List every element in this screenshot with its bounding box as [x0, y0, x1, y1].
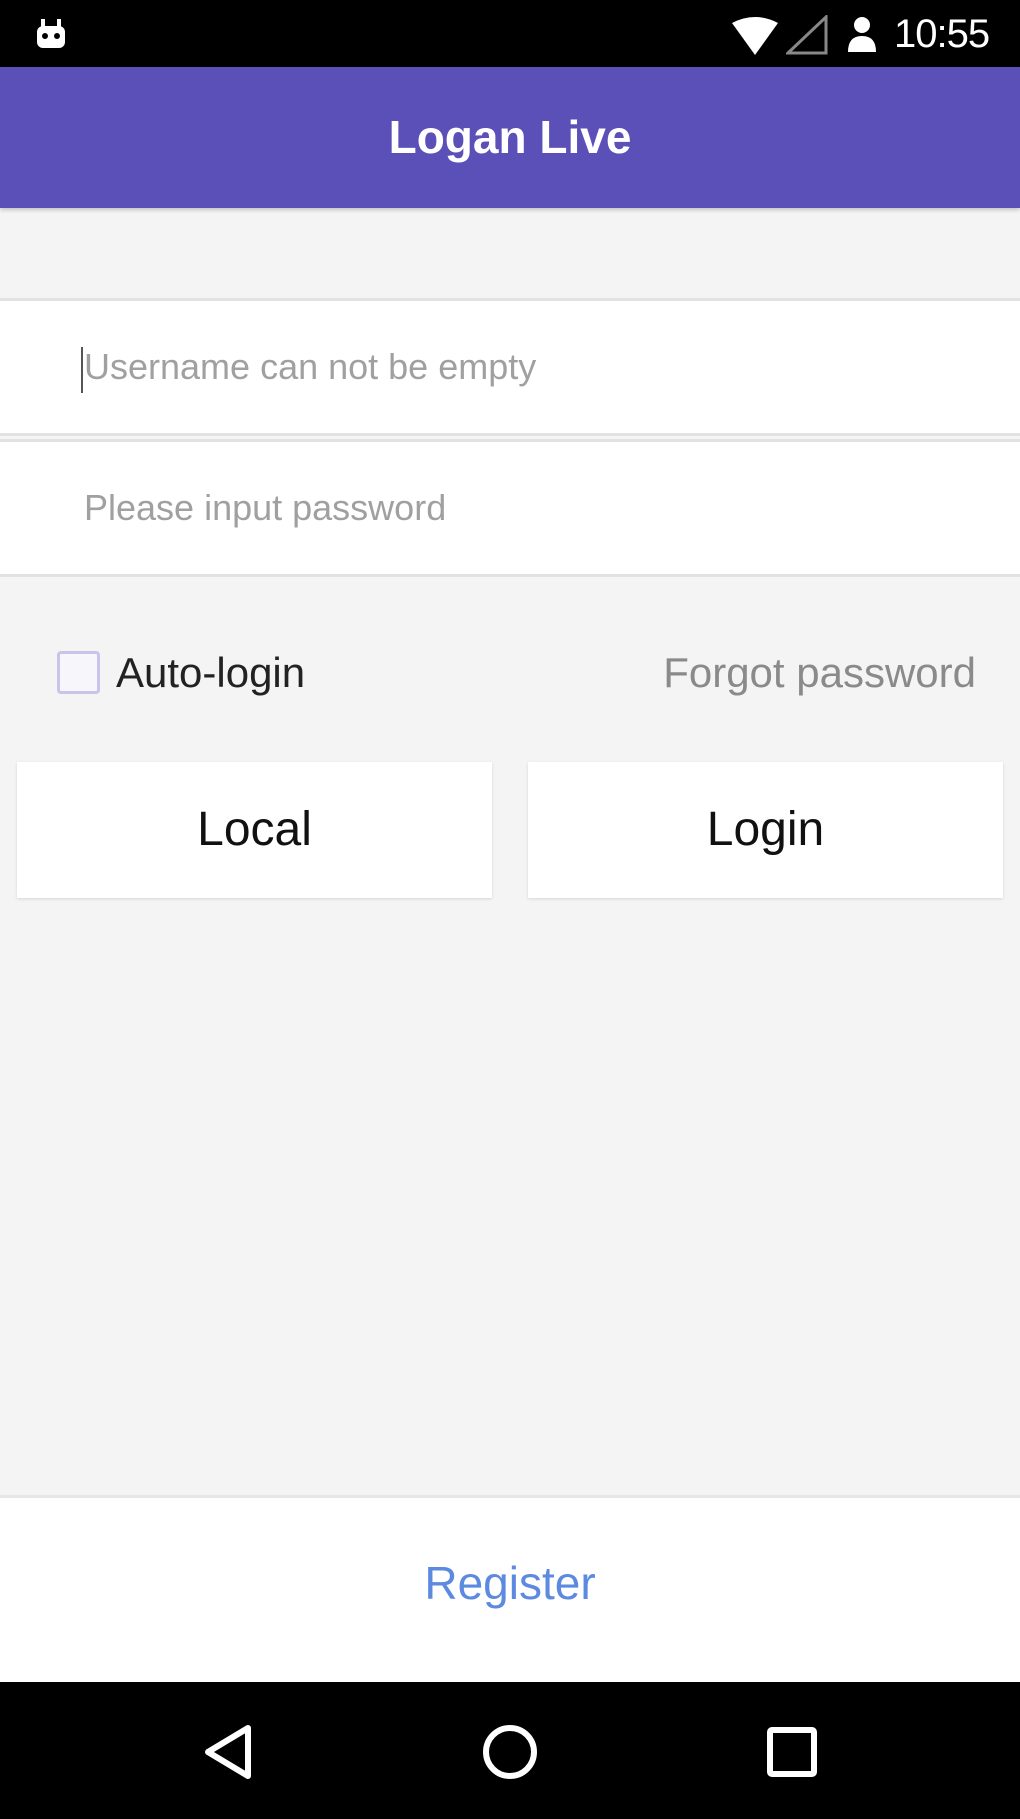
recents-icon[interactable]	[752, 1712, 832, 1792]
app-bar: Logan Live	[0, 67, 1020, 208]
password-field-container	[0, 439, 1020, 577]
auto-login-label[interactable]: Auto-login	[116, 646, 305, 700]
status-bar: 10:55	[0, 0, 1020, 67]
login-button[interactable]: Login	[528, 762, 1003, 898]
register-button[interactable]: Register	[0, 1498, 1020, 1682]
text-cursor	[81, 347, 83, 393]
android-notification-icon	[37, 19, 65, 48]
username-field-container	[0, 298, 1020, 436]
status-time: 10:55	[894, 12, 990, 56]
home-icon[interactable]	[470, 1712, 550, 1792]
back-icon[interactable]	[190, 1712, 270, 1792]
forgot-password-link[interactable]: Forgot password	[663, 646, 976, 700]
signal-icon	[786, 15, 828, 55]
account-icon	[848, 17, 876, 52]
navigation-bar	[0, 1682, 1020, 1819]
login-screen: 10:55 Logan Live Auto-login Forgot passw…	[0, 0, 1020, 1819]
password-input[interactable]	[84, 442, 964, 574]
register-bar: Register	[0, 1495, 1020, 1682]
page-title: Logan Live	[388, 111, 632, 163]
auto-login-checkbox[interactable]	[57, 651, 100, 694]
username-input[interactable]	[84, 301, 964, 433]
local-button[interactable]: Local	[17, 762, 492, 898]
wifi-icon	[732, 17, 778, 55]
